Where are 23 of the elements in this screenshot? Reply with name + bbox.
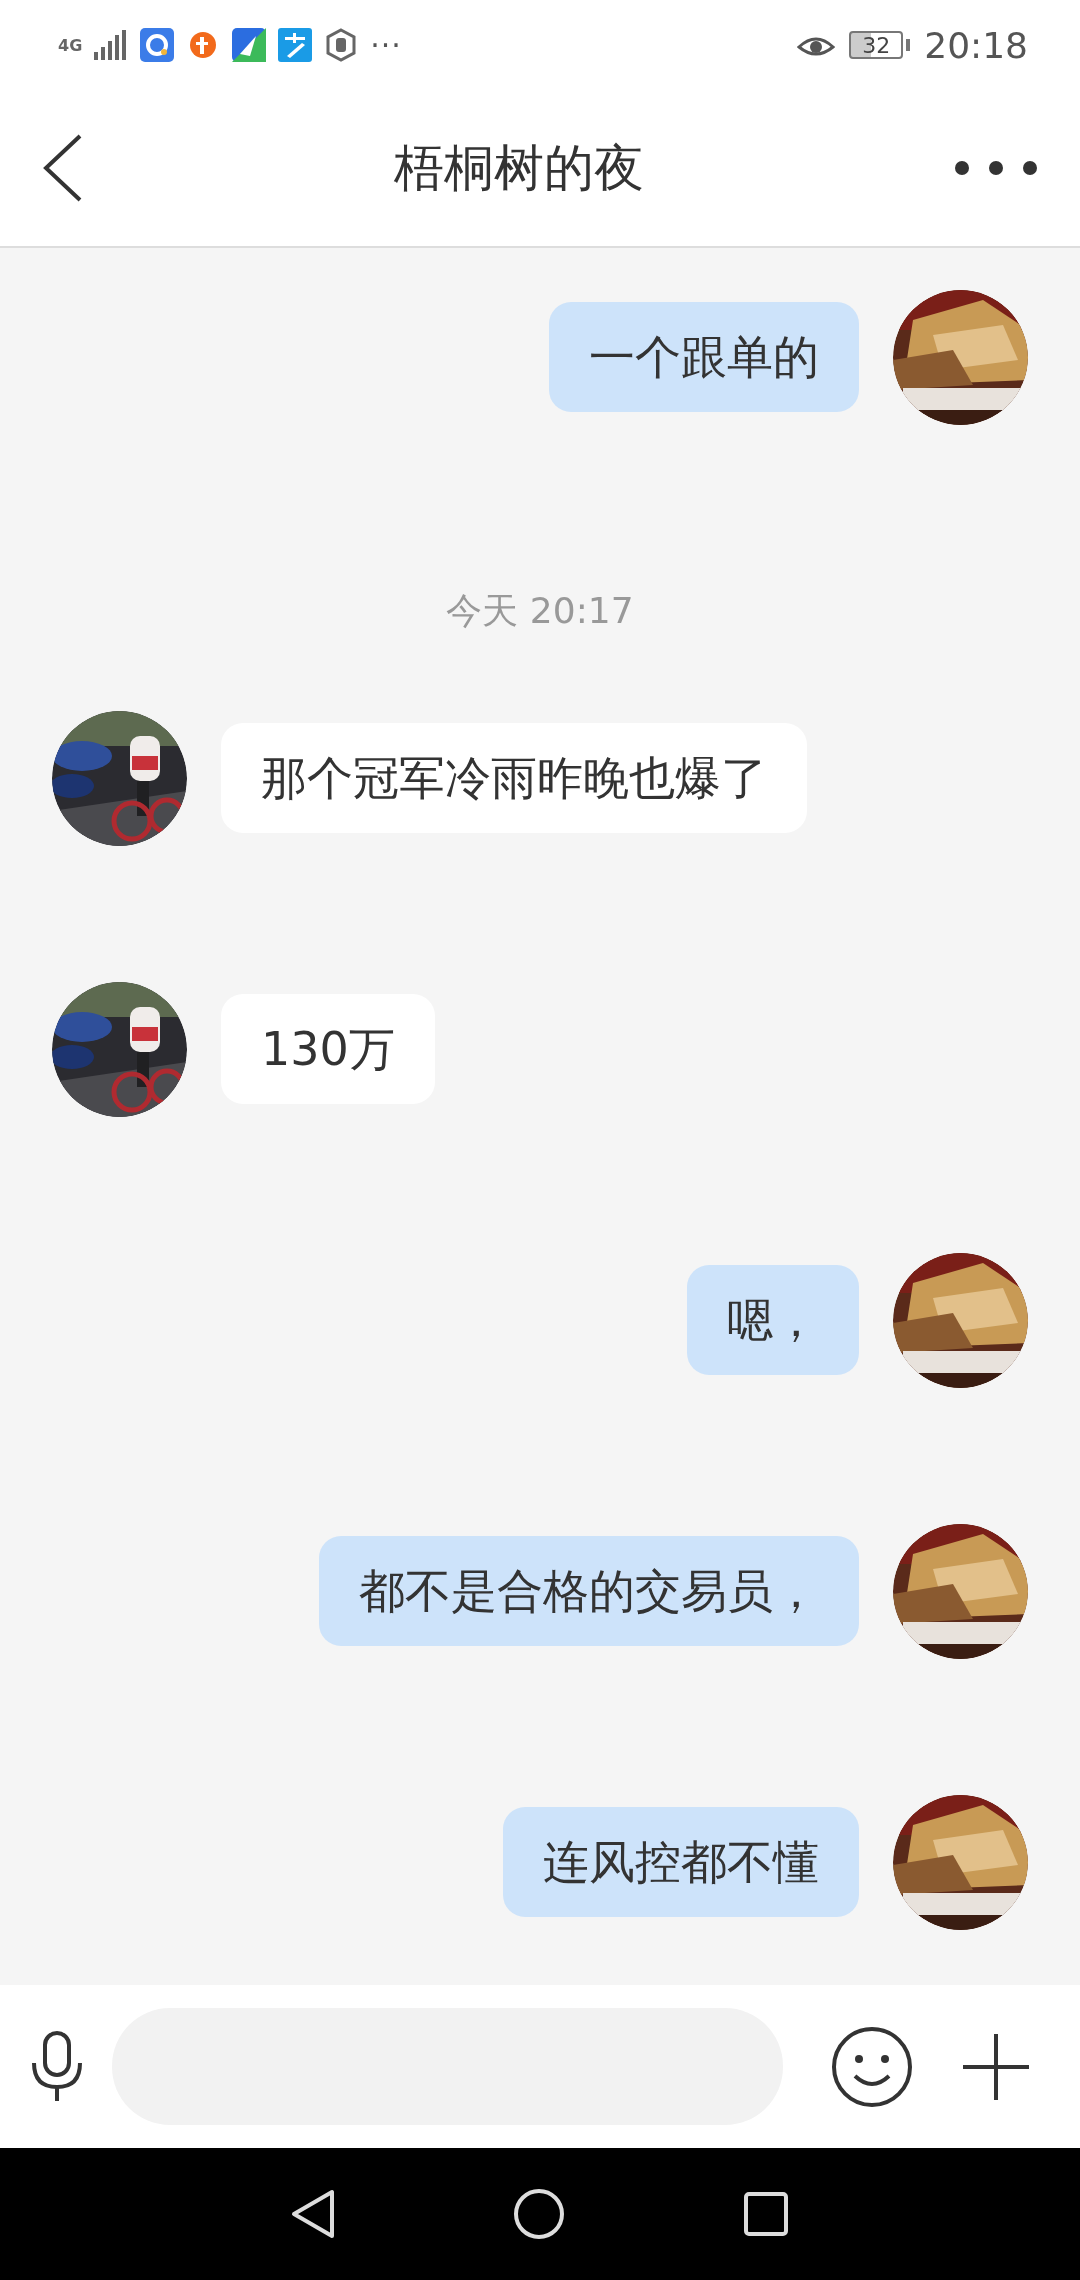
plus-icon[interactable] (961, 2031, 1031, 2102)
more-icon[interactable] (954, 160, 1038, 176)
app-icon (278, 28, 313, 62)
recent-apps-icon[interactable] (743, 2191, 789, 2237)
home-icon[interactable] (513, 2188, 565, 2240)
back-icon[interactable] (291, 2189, 335, 2239)
microphone-icon[interactable] (30, 2030, 84, 2103)
message-bubble: 都不是合格的交易员， (319, 1536, 859, 1646)
clock: 20:18 (924, 24, 1028, 66)
message-bubble: 一个跟单的 (549, 302, 859, 412)
signal-icon (94, 30, 129, 60)
more-notifications: ··· (370, 27, 402, 63)
emoji-icon[interactable] (831, 2025, 913, 2108)
app-icon (140, 28, 175, 62)
network-type: 4G (58, 35, 83, 55)
message-bubble: 130万 (221, 994, 435, 1104)
app-icon (232, 28, 267, 62)
timestamp: 今天 20:17 (445, 589, 635, 633)
chat-title: 梧桐树的夜 (393, 137, 645, 199)
message-bubble: 那个冠军冷雨昨晚也爆了 (221, 723, 807, 833)
message-bubble: 连风控都不懂 (503, 1807, 859, 1917)
message-bubble: 嗯， (687, 1265, 859, 1375)
back-icon[interactable] (42, 134, 84, 202)
